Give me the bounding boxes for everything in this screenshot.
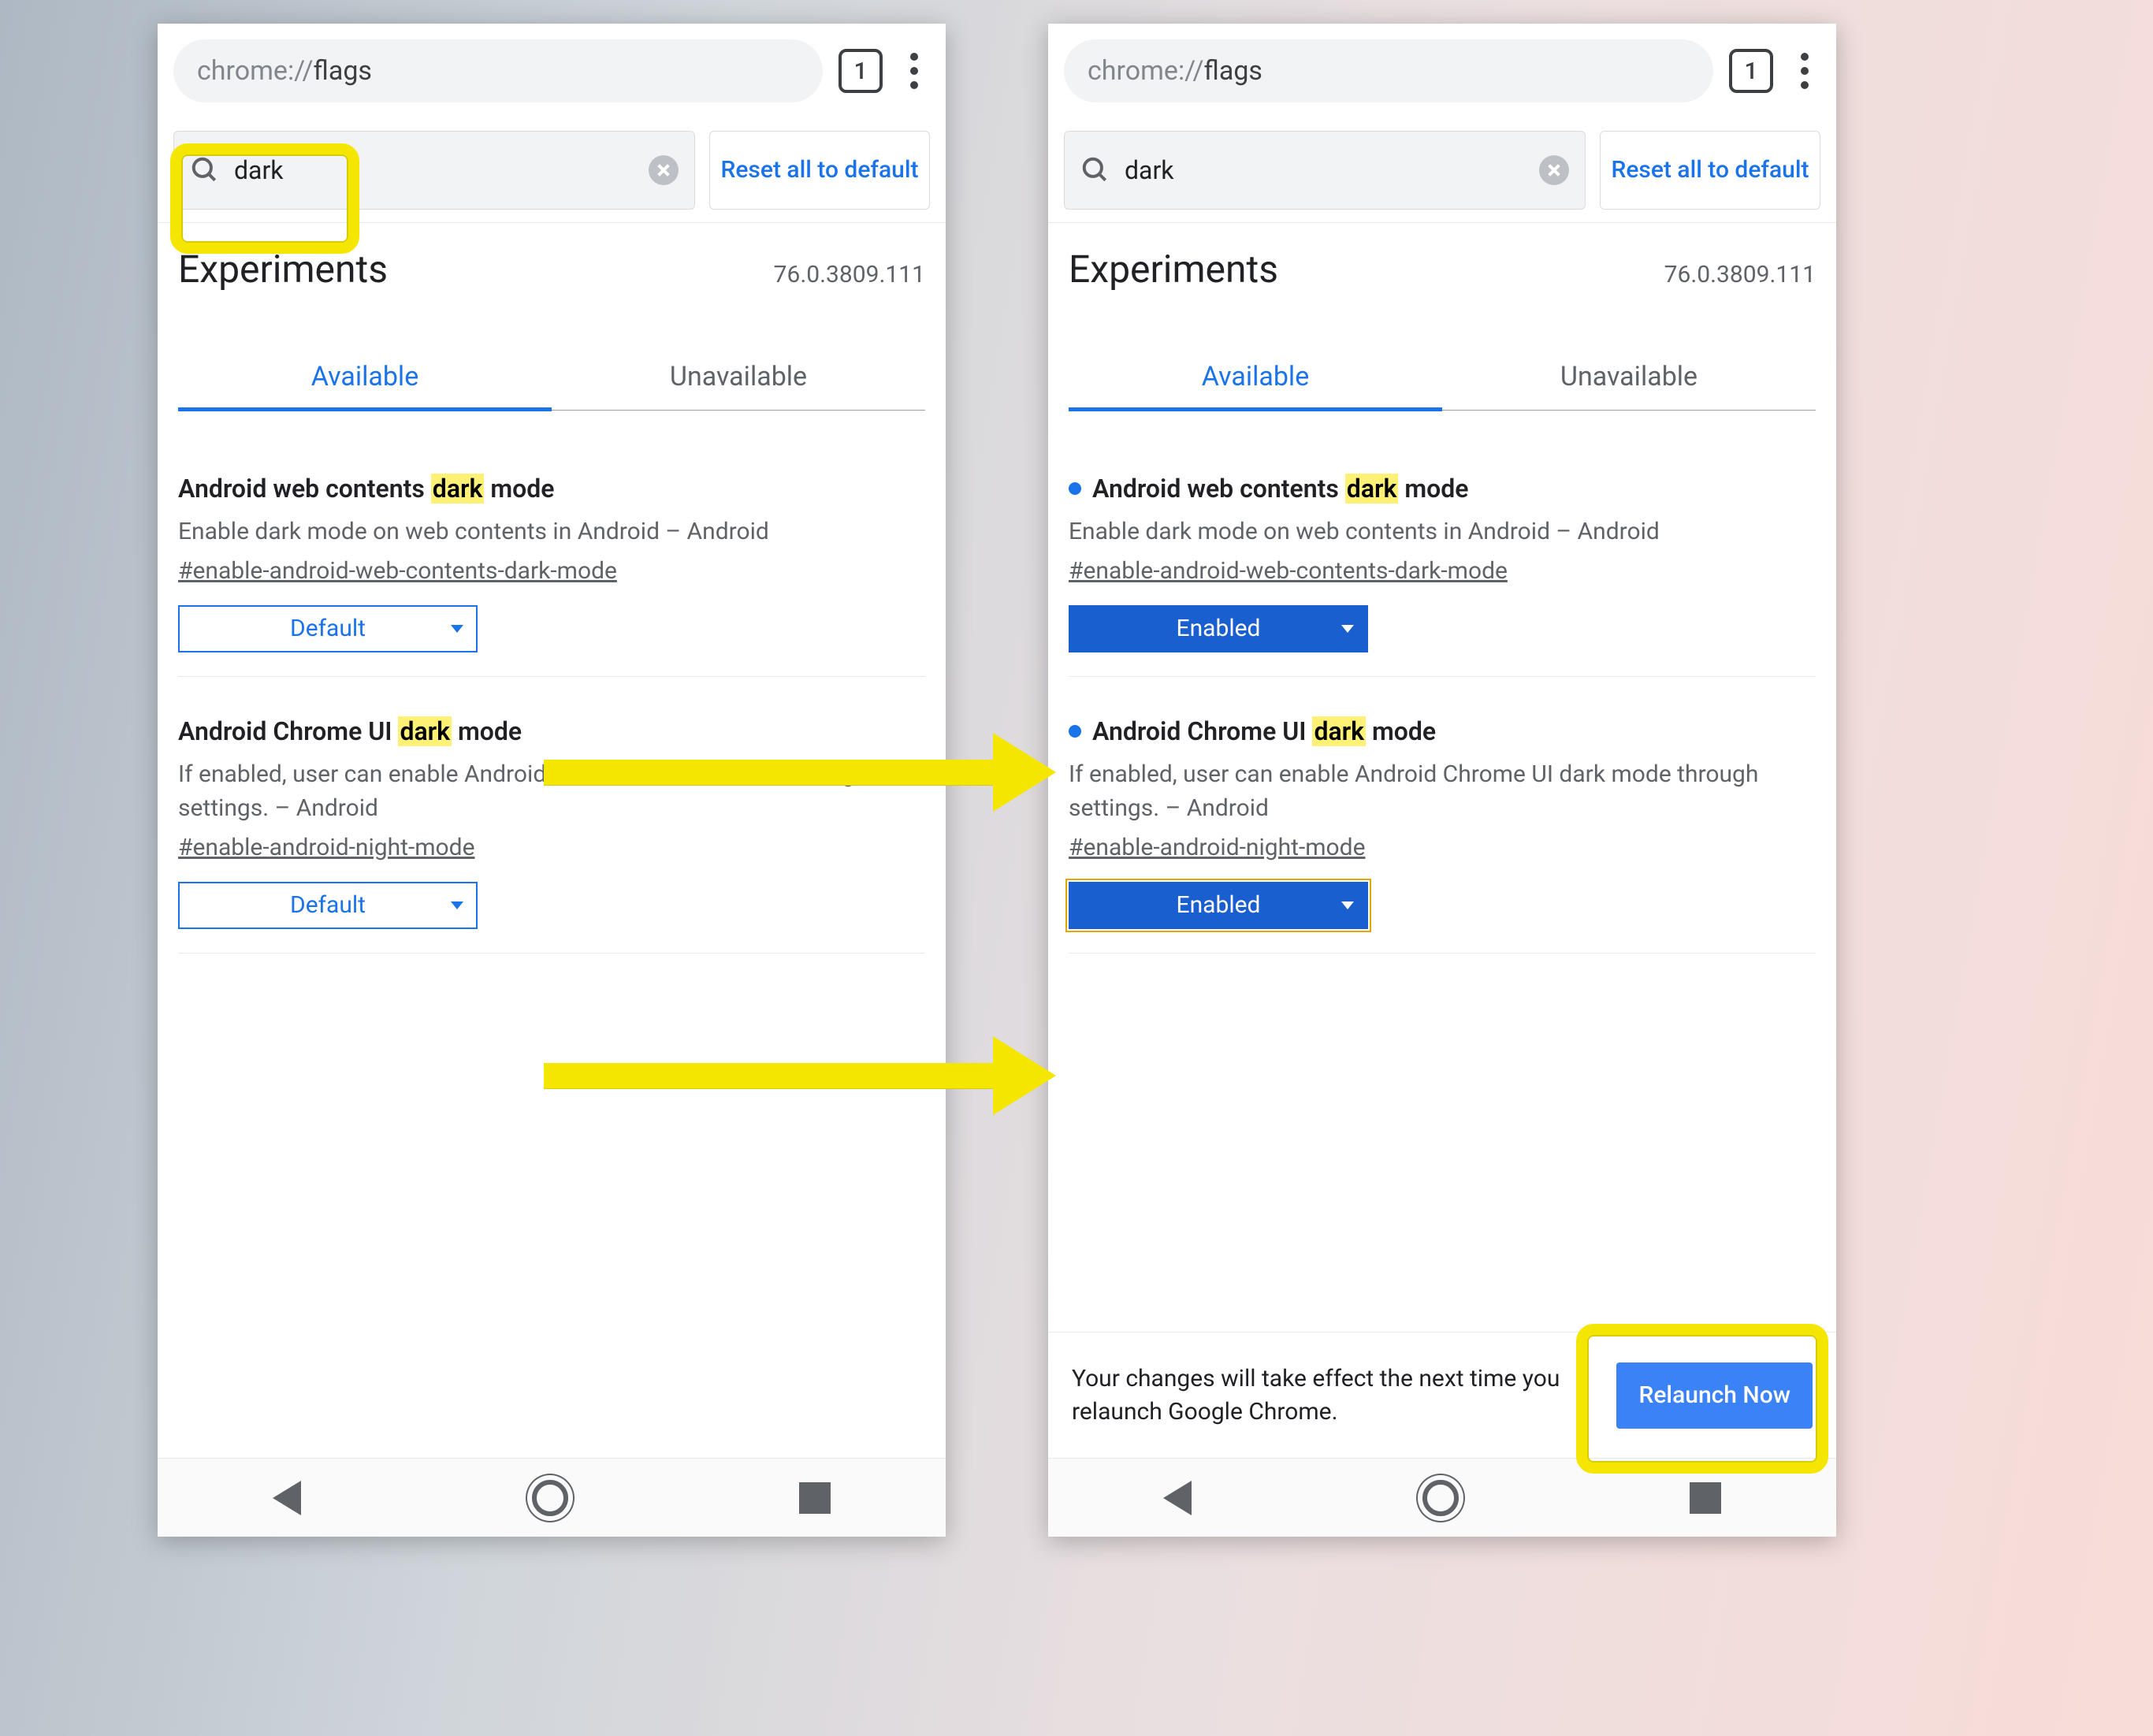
page-title: Experiments <box>1069 247 1278 292</box>
reset-all-button[interactable]: Reset all to default <box>709 131 930 210</box>
search-value: dark <box>234 155 284 185</box>
flag-description: If enabled, user can enable Android Chro… <box>1069 757 1816 826</box>
relaunch-button[interactable]: Relaunch Now <box>1616 1362 1813 1429</box>
flag-title: Android web contents dark mode <box>178 474 925 504</box>
search-icon <box>1080 155 1110 185</box>
flag-select[interactable]: Enabled <box>1069 882 1368 929</box>
chrome-toolbar: chrome://flags 1 <box>1048 24 1836 118</box>
flag-tabs: Available Unavailable <box>178 347 925 411</box>
reset-all-label: Reset all to default <box>1611 155 1809 185</box>
phone-left: chrome://flags 1 dark Reset all to defau… <box>158 24 946 1537</box>
select-value: Enabled <box>1177 891 1261 919</box>
phone-right: chrome://flags 1 dark Reset all to defau… <box>1048 24 1836 1537</box>
tab-unavailable[interactable]: Unavailable <box>552 347 925 410</box>
flag-entry: Android Chrome UI dark mode If enabled, … <box>1069 677 1816 953</box>
flag-hash-link[interactable]: #enable-android-night-mode <box>1069 834 1365 861</box>
recents-icon[interactable] <box>1690 1482 1721 1514</box>
tab-available[interactable]: Available <box>178 347 552 410</box>
chevron-down-icon <box>451 901 463 909</box>
flag-select[interactable]: Default <box>178 882 478 929</box>
flag-description: Enable dark mode on web contents in Andr… <box>178 515 925 549</box>
reset-all-button[interactable]: Reset all to default <box>1600 131 1820 210</box>
tab-count: 1 <box>1744 58 1757 85</box>
search-value: dark <box>1125 155 1174 185</box>
relaunch-message: Your changes will take effect the next t… <box>1072 1362 1601 1429</box>
tab-unavailable[interactable]: Unavailable <box>1442 347 1816 410</box>
url-path: flags <box>314 55 372 87</box>
flags-search-row: dark Reset all to default <box>158 118 946 223</box>
flag-entry: Android web contents dark mode Enable da… <box>178 434 925 677</box>
url-scheme: chrome:// <box>197 55 314 87</box>
flags-search-input[interactable]: dark <box>173 131 695 210</box>
experiments-header: Experiments 76.0.3809.111 <box>1048 223 1836 299</box>
search-icon <box>190 155 220 185</box>
flags-search-row: dark Reset all to default <box>1048 118 1836 223</box>
tab-count: 1 <box>853 58 867 85</box>
flag-select[interactable]: Default <box>178 605 478 652</box>
tab-switcher-button[interactable]: 1 <box>1729 49 1773 93</box>
modified-dot-icon <box>1069 482 1081 495</box>
select-value: Default <box>290 891 366 919</box>
flag-entry: Android Chrome UI dark mode If enabled, … <box>178 677 925 953</box>
chevron-down-icon <box>451 625 463 633</box>
chrome-version: 76.0.3809.111 <box>1664 261 1816 288</box>
chevron-down-icon <box>1341 901 1354 909</box>
flag-tabs: Available Unavailable <box>1069 347 1816 411</box>
url-scheme: chrome:// <box>1088 55 1204 87</box>
flag-description: If enabled, user can enable Android Chro… <box>178 757 925 826</box>
relaunch-bar: Your changes will take effect the next t… <box>1048 1332 1836 1458</box>
tab-available[interactable]: Available <box>1069 347 1442 410</box>
modified-dot-icon <box>1069 725 1081 738</box>
recents-icon[interactable] <box>799 1482 831 1514</box>
flag-list: Android web contents dark mode Enable da… <box>158 411 946 953</box>
tab-switcher-button[interactable]: 1 <box>839 49 883 93</box>
flag-title: Android Chrome UI dark mode <box>1069 716 1816 746</box>
overflow-menu-icon[interactable] <box>898 47 930 95</box>
relaunch-label: Relaunch Now <box>1638 1381 1790 1409</box>
page-title: Experiments <box>178 247 388 292</box>
flag-title: Android Chrome UI dark mode <box>178 716 925 746</box>
chevron-down-icon <box>1341 625 1354 633</box>
clear-search-icon[interactable] <box>1539 155 1569 185</box>
flag-hash-link[interactable]: #enable-android-web-contents-dark-mode <box>1069 557 1508 585</box>
home-icon[interactable] <box>1422 1480 1459 1516</box>
flag-description: Enable dark mode on web contents in Andr… <box>1069 515 1816 549</box>
select-value: Default <box>290 615 366 642</box>
reset-all-label: Reset all to default <box>720 155 918 185</box>
overflow-menu-icon[interactable] <box>1789 47 1820 95</box>
flag-select[interactable]: Enabled <box>1069 605 1368 652</box>
back-icon[interactable] <box>273 1481 301 1515</box>
chrome-version: 76.0.3809.111 <box>774 261 925 288</box>
flag-hash-link[interactable]: #enable-android-night-mode <box>178 834 474 861</box>
experiments-header: Experiments 76.0.3809.111 <box>158 223 946 299</box>
url-path: flags <box>1204 55 1262 87</box>
select-value: Enabled <box>1177 615 1261 642</box>
omnibox[interactable]: chrome://flags <box>173 39 823 102</box>
back-icon[interactable] <box>1163 1481 1192 1515</box>
home-icon[interactable] <box>532 1480 568 1516</box>
flag-title: Android web contents dark mode <box>1069 474 1816 504</box>
clear-search-icon[interactable] <box>649 155 679 185</box>
flag-entry: Android web contents dark mode Enable da… <box>1069 434 1816 677</box>
android-navbar <box>1048 1458 1836 1537</box>
chrome-toolbar: chrome://flags 1 <box>158 24 946 118</box>
flag-list: Android web contents dark mode Enable da… <box>1048 411 1836 953</box>
android-navbar <box>158 1458 946 1537</box>
flag-hash-link[interactable]: #enable-android-web-contents-dark-mode <box>178 557 617 585</box>
omnibox[interactable]: chrome://flags <box>1064 39 1713 102</box>
flags-search-input[interactable]: dark <box>1064 131 1586 210</box>
